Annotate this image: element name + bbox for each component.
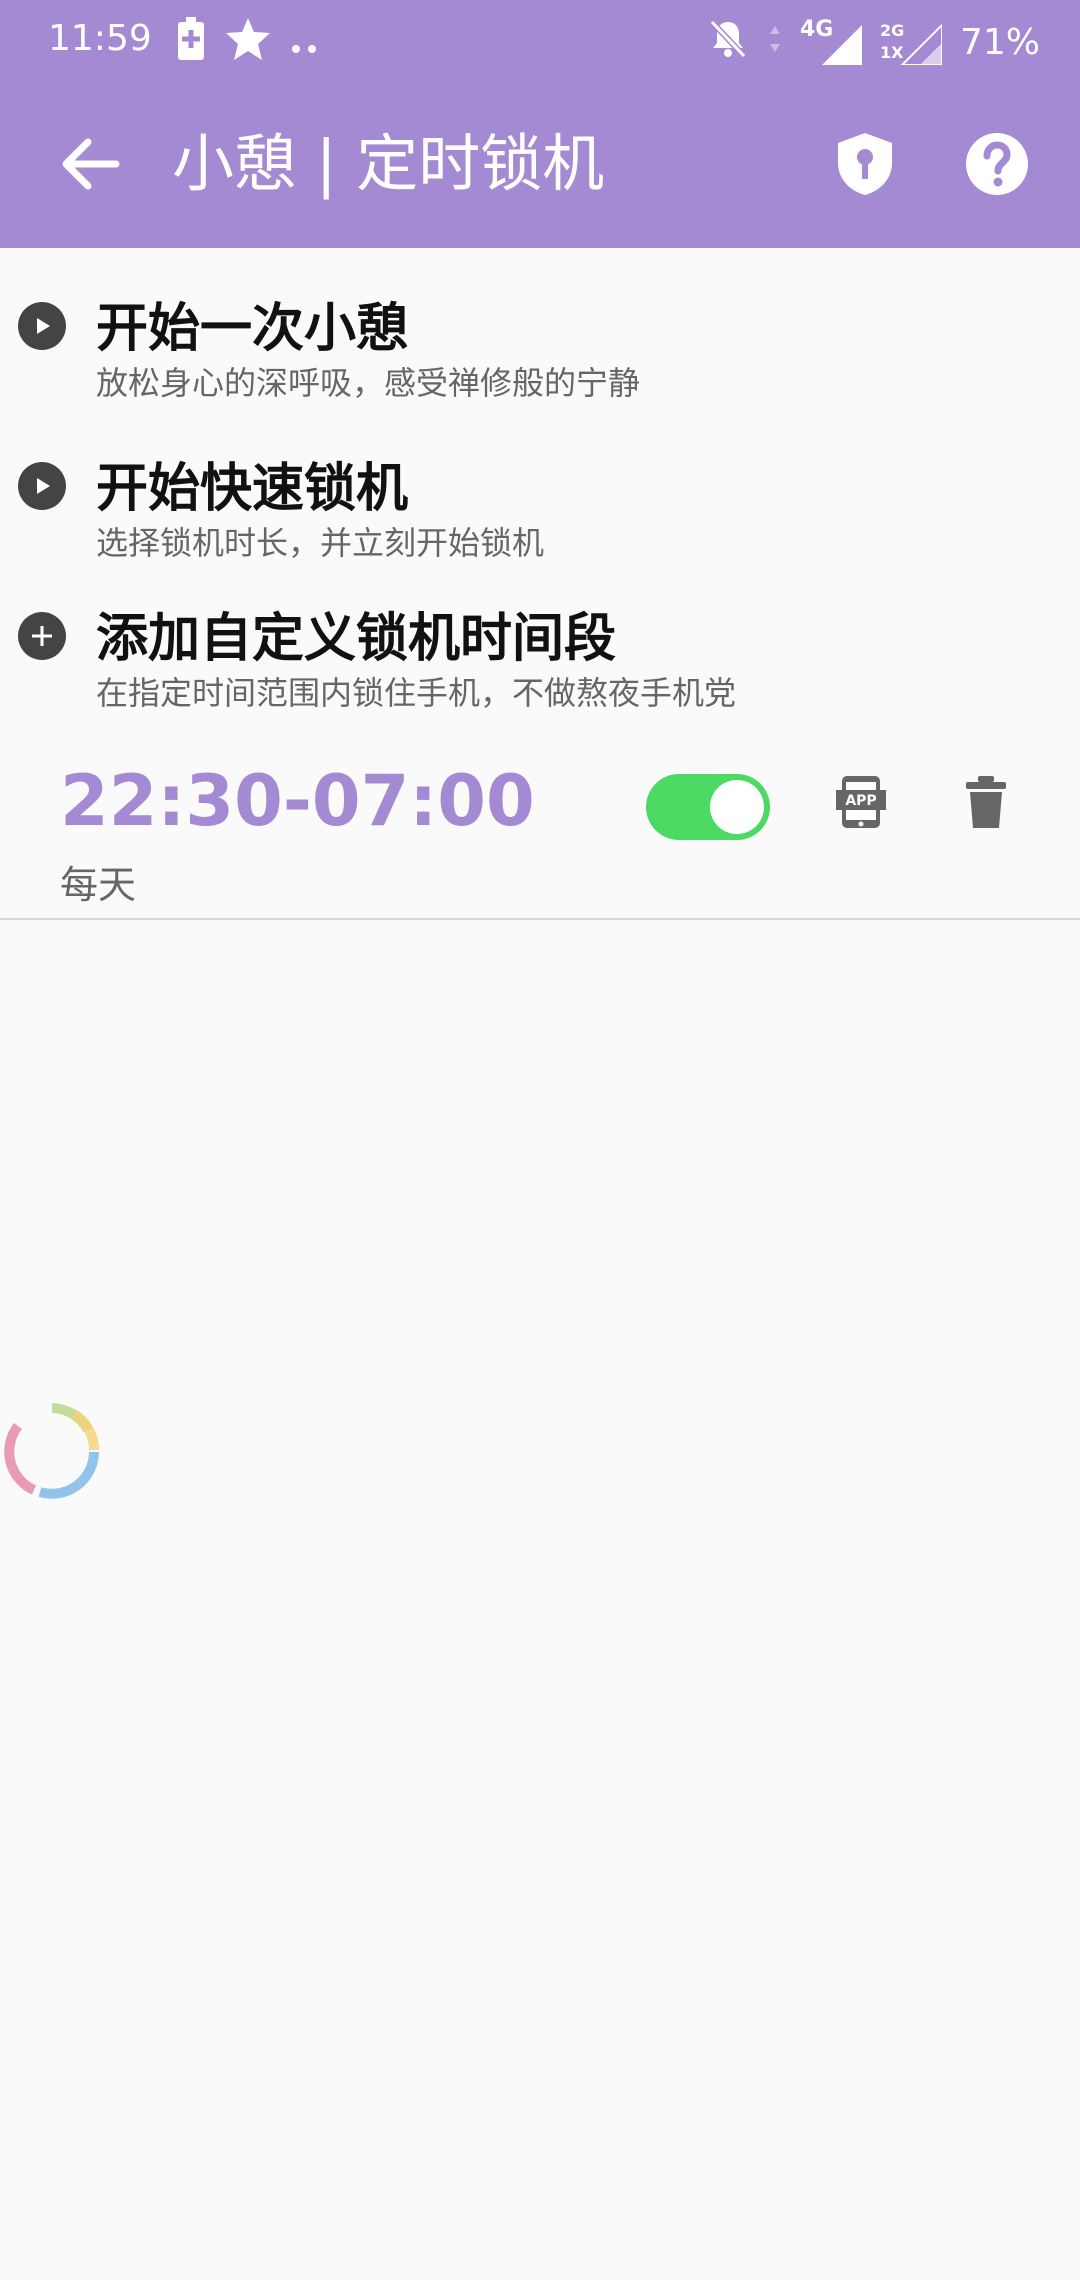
signal-4g-icon: 4G — [800, 17, 862, 65]
status-right-icons: 4G 2G 1X 71% — [706, 16, 1040, 69]
top-bar: 11:59 4G 2G 1X 71% 小憩 | 定时锁机 — [0, 0, 1080, 248]
menu-item-quick-lock[interactable]: 开始快速锁机 选择锁机时长，并立刻开始锁机 — [0, 430, 1080, 580]
toggle-knob — [710, 780, 764, 834]
menu-item-title: 开始一次小憩 — [96, 299, 409, 359]
help-icon — [966, 133, 1028, 195]
schedule-row[interactable]: 22:30-07:00 每天 APP — [0, 730, 1080, 920]
delete-button[interactable] — [964, 774, 1008, 830]
menu-item-subtitle: 放松身心的深呼吸，感受禅修般的宁静 — [96, 364, 641, 402]
star-app-icon — [224, 16, 272, 71]
play-icon — [18, 302, 66, 350]
menu-item-title: 开始快速锁机 — [96, 459, 409, 519]
data-arrows-icon — [768, 22, 782, 63]
plus-icon — [18, 612, 66, 660]
arrow-back-icon — [62, 138, 120, 190]
loading-spinner-icon[interactable] — [0, 1394, 104, 1506]
trash-icon — [966, 776, 1006, 828]
battery-charging-icon — [176, 16, 206, 71]
page-title: 小憩 | 定时锁机 — [172, 127, 605, 200]
help-button[interactable] — [952, 124, 1042, 204]
schedule-time-range: 22:30-07:00 — [60, 760, 535, 842]
menu-item-subtitle: 在指定时间范围内锁住手机，不做熬夜手机党 — [96, 674, 737, 712]
play-icon — [18, 462, 66, 510]
shield-key-icon — [838, 133, 892, 195]
battery-percent: 71% — [959, 22, 1040, 63]
menu-item-subtitle: 选择锁机时长，并立刻开始锁机 — [96, 524, 545, 562]
permission-shield-button[interactable] — [820, 124, 910, 204]
notifications-off-icon — [706, 16, 750, 69]
more-notifications-icon — [290, 23, 320, 64]
schedule-repeat: 每天 — [60, 863, 137, 907]
status-bar: 11:59 4G 2G 1X 71% — [0, 0, 1080, 80]
status-left-icons — [176, 16, 320, 71]
back-button[interactable] — [44, 124, 134, 204]
app-phone-icon: APP — [836, 776, 886, 828]
app-whitelist-button[interactable]: APP — [836, 774, 886, 830]
app-bar: 小憩 | 定时锁机 — [0, 80, 1080, 248]
status-time: 11:59 — [48, 18, 152, 59]
menu-item-start-break[interactable]: 开始一次小憩 放松身心的深呼吸，感受禅修般的宁静 — [0, 270, 1080, 420]
menu-item-add-custom-period[interactable]: 添加自定义锁机时间段 在指定时间范围内锁住手机，不做熬夜手机党 — [0, 580, 1080, 730]
signal-sim2-icon: 2G 1X — [880, 21, 942, 65]
menu-item-title: 添加自定义锁机时间段 — [96, 609, 617, 669]
app-label: APP — [845, 793, 876, 809]
schedule-enable-toggle[interactable] — [646, 774, 770, 840]
